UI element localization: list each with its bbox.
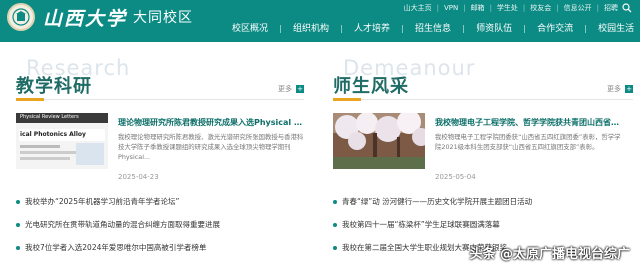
top-link-alumni[interactable]: 校友会 [530,3,551,13]
list-item[interactable]: 光电研究所在贯带轨道角动量的混合纠缠方面取得重要进展 [16,213,304,236]
featured-description: 我校物理电子工程学院团委获“山西省五四红旗团委”表彰，哲学学院2021级本科生团… [435,133,621,151]
plus-icon: + [625,85,633,93]
bullet-icon [333,199,337,204]
faculty-student-section: Demeanour 师生风采 更多 + 我校物理电子工程学院、哲学学院获共青团山西… [333,54,633,259]
section-title: 教学科研 [16,76,92,97]
top-links: 山大主页 | VPN | 邮箱 | 学生处 | 校友会 | 信息公开 | 招聘 [404,3,632,13]
header-bar: 山西大学 大同校区 山大主页 | VPN | 邮箱 | 学生处 | 校友会 | … [0,0,640,42]
featured-news[interactable]: Physical Review Letters ical Photonics A… [16,113,304,187]
teaching-research-section: Research 教学科研 更多 + Physical Review Letter… [16,54,304,259]
top-link-mail[interactable]: 邮箱 [471,3,485,13]
main-nav: 校区概况 组织机构 人才培养 招生信息 师资队伍 合作交流 校园生活 [220,22,640,36]
section-underline [333,98,361,101]
list-item-text: 青春“绿”动 汾河健行——历史文化学院开展主题团日活动 [342,197,533,206]
top-link-divider: | [596,4,599,12]
section-underline [16,98,44,101]
list-item[interactable]: 青春“绿”动 汾河健行——历史文化学院开展主题团日活动 [333,190,633,213]
section-header: Research 教学科研 更多 + [16,54,304,101]
campus-name: 大同校区 [133,10,194,26]
nav-item-cooperation[interactable]: 合作交流 [525,22,585,36]
top-link-student-office[interactable]: 学生处 [497,3,518,13]
nav-item-campus-life[interactable]: 校园生活 [586,22,640,36]
section-title: 师生风采 [333,76,409,97]
school-name: 山西大学 [43,7,128,30]
featured-news[interactable]: 我校物理电子工程学院、哲学学院获共青团山西省委表彰 我校物理电子工程学院团委获“… [333,113,633,187]
list-item-text: 我校7位学者入选2024年爱思唯尔中国高被引学者榜单 [25,243,207,252]
list-item[interactable]: 我校第四十一届“栋梁杯”学生足球联赛圆满落幕 [333,213,633,236]
featured-description: 我校理论物理研究所陈君教授、激光光谱研究所张国教授与香港科技大学陈子季教授课题组… [118,133,304,161]
featured-title[interactable]: 理论物理研究所陈君教授研究成果入选Physical Review Let... [118,117,304,128]
top-link-disclosure[interactable]: 信息公开 [564,3,592,13]
school-emblem-icon [7,3,35,31]
more-link[interactable]: 更多 + [278,84,304,94]
top-link-vpn[interactable]: VPN [444,4,458,12]
featured-photo[interactable] [333,113,425,169]
top-link-homepage[interactable]: 山大主页 [404,3,432,13]
list-item[interactable]: 我校7位学者入选2024年爱思唯尔中国高被引学者榜单 [16,236,304,259]
media-watermark: 头条 @太原广播电视台综广 [469,247,630,262]
bullet-icon [16,245,20,250]
bullet-icon [16,199,20,204]
bullet-icon [16,222,20,227]
featured-date: 2025-04-23 [118,173,159,181]
nav-item-overview[interactable]: 校区概况 [220,22,280,36]
bullet-icon [333,222,337,227]
list-item-text: 我校第四十一届“栋梁杯”学生足球联赛圆满落幕 [342,220,500,229]
list-item-text: 光电研究所在贯带轨道角动量的混合纠缠方面取得重要进展 [25,220,220,229]
more-label: 更多 [278,85,292,93]
featured-title[interactable]: 我校物理电子工程学院、哲学学院获共青团山西省委表彰 [435,117,621,128]
nav-item-faculty[interactable]: 师资队伍 [464,22,524,36]
nav-item-admissions[interactable]: 招生信息 [403,22,463,36]
top-link-recruit[interactable]: 招聘 [604,3,618,13]
more-label: 更多 [607,85,621,93]
more-link[interactable]: 更多 + [607,84,633,94]
top-link-divider: | [463,4,466,12]
section-header: Demeanour 师生风采 更多 + [333,54,633,101]
top-link-divider: | [489,4,492,12]
featured-date: 2025-05-04 [435,173,476,181]
news-list: 我校举办“2025年机器学习前沿青年学者论坛” 光电研究所在贯带轨道角动量的混合… [16,190,304,259]
top-link-divider: | [436,4,439,12]
list-item[interactable]: 我校举办“2025年机器学习前沿青年学者论坛” [16,190,304,213]
thumbnail-heading: Physical Review Letters [20,114,79,120]
top-link-divider: | [522,4,526,12]
nav-item-training[interactable]: 人才培养 [342,22,402,36]
bullet-icon [333,245,337,250]
school-logo[interactable]: 山西大学 大同校区 [7,3,193,31]
nav-item-organization[interactable]: 组织机构 [281,22,341,36]
top-link-divider: | [556,4,559,12]
list-item-text: 我校举办“2025年机器学习前沿青年学者论坛” [25,197,180,206]
plus-icon: + [296,85,304,93]
featured-thumbnail[interactable]: Physical Review Letters ical Photonics A… [16,113,108,169]
thumbnail-subheading: ical Photonics Alloy [20,131,86,138]
search-icon[interactable] [622,3,632,13]
